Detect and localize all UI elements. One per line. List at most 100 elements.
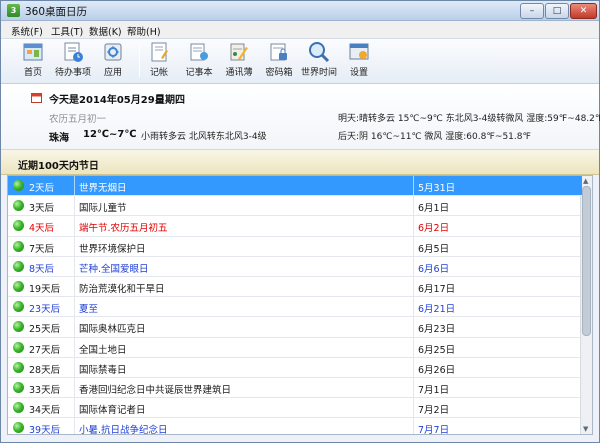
column-divider (74, 176, 75, 196)
holiday-days-until: 33天后 (29, 385, 61, 396)
holiday-row[interactable]: 39天后 小暑.抗日战争纪念日 7月7日 (8, 418, 582, 435)
column-divider (413, 256, 414, 277)
toolbar-password-button[interactable]: 密码箱 (257, 41, 301, 81)
holiday-row[interactable]: 3天后 国际儿童节 6月1日 (8, 196, 582, 217)
toolbar-label: 首页 (23, 68, 42, 78)
scroll-thumb[interactable] (582, 186, 591, 336)
toolbar-todo-button[interactable]: 待办事项 (51, 41, 95, 81)
city-link[interactable]: 珠海 (49, 129, 69, 144)
menu-system[interactable]: 系统(F) (11, 24, 43, 38)
column-divider (413, 236, 414, 257)
holiday-name: 芒种.全国爱眼日 (79, 263, 149, 275)
toolbar-home-button[interactable]: 首页 (11, 41, 55, 81)
holiday-name: 国际体育记者日 (79, 405, 146, 417)
holiday-date: 6月1日 (418, 203, 450, 215)
close-button[interactable]: ✕ (570, 3, 597, 19)
minimize-button[interactable]: – (520, 3, 544, 19)
window-title: 360桌面日历 (25, 6, 88, 18)
toolbar-label: 设置 (349, 68, 368, 78)
holiday-date: 6月6日 (418, 263, 450, 275)
column-divider (74, 297, 75, 318)
maximize-button[interactable]: □ (545, 3, 569, 19)
holiday-days-until: 8天后 (29, 263, 55, 275)
toolbar-settings-button[interactable]: 设置 (337, 41, 381, 81)
column-divider (413, 337, 414, 358)
holiday-row[interactable]: 8天后 芒种.全国爱眼日 6月6日 (8, 256, 582, 277)
holiday-row[interactable]: 25天后 国际奥林匹克日 6月23日 (8, 317, 582, 338)
holiday-date: 7月7日 (418, 425, 450, 435)
toolbar-label: 世界时间 (300, 68, 337, 78)
status-dot-icon (13, 200, 24, 212)
password-icon (270, 43, 287, 61)
toolbar-label: 应用 (103, 68, 122, 78)
holiday-name: 世界环境保护日 (79, 243, 146, 255)
holiday-days-until: 2天后 (29, 183, 55, 194)
holiday-list[interactable]: ▲ ▼ 2天后 世界无烟日 5月31日 3天后 国际儿童节 6月1日 4天后 端午节.农历五月… (7, 175, 593, 435)
column-divider (74, 337, 75, 358)
column-divider (413, 418, 414, 434)
todo-icon (64, 42, 83, 62)
column-divider (74, 236, 75, 257)
after-tomorrow-weather: 后天:阴 16℃~11℃ 微风 湿度:60.8℉~51.8℉ (338, 132, 532, 142)
apps-icon (104, 43, 122, 61)
holiday-days-until: 7天后 (29, 243, 55, 255)
holiday-row[interactable]: 33天后 香港回归纪念日中共诞辰世界建筑日 7月1日 (8, 378, 582, 399)
holiday-date: 6月2日 (418, 223, 450, 235)
status-dot-icon (13, 382, 24, 393)
holiday-row[interactable]: 2天后 世界无烟日 5月31日 (8, 176, 582, 197)
column-divider (413, 216, 414, 237)
world-time-icon (309, 42, 330, 63)
column-divider (74, 398, 75, 419)
toolbar-world-time-button[interactable]: 世界时间 (297, 41, 341, 81)
column-divider (74, 357, 75, 378)
holiday-date: 6月26日 (418, 364, 456, 376)
holiday-date: 7月1日 (418, 385, 450, 396)
holiday-row[interactable]: 34天后 国际体育记者日 7月2日 (8, 398, 582, 419)
column-divider (413, 378, 414, 398)
status-dot-icon (13, 260, 24, 272)
toolbar-label: 记帐 (149, 68, 168, 78)
column-divider (413, 297, 414, 318)
menu-help[interactable]: 帮助(H) (127, 24, 161, 38)
menu-tools[interactable]: 工具(T) (51, 24, 83, 38)
holiday-row[interactable]: 19天后 防治荒漠化和干旱日 6月17日 (8, 277, 582, 298)
holiday-row[interactable]: 4天后 端午节.农历五月初五 6月2日 (8, 216, 582, 237)
toolbar-contacts-button[interactable]: 通讯薄 (217, 41, 261, 81)
calendar-icon (31, 93, 42, 103)
app-window: 3 360桌面日历 – □ ✕ 系统(F) 工具(T) 数据(K) 帮助(H) … (0, 0, 600, 443)
holiday-date: 6月21日 (418, 304, 456, 316)
toolbar-apps-button[interactable]: 应用 (91, 41, 135, 81)
column-divider (413, 398, 414, 419)
scroll-up-icon[interactable]: ▲ (583, 177, 588, 185)
holiday-days-until: 34天后 (29, 405, 61, 417)
holiday-days-until: 3天后 (29, 203, 55, 215)
holiday-date: 6月5日 (418, 243, 450, 255)
holiday-row[interactable]: 28天后 国际禁毒日 6月26日 (8, 357, 582, 378)
status-dot-icon (13, 422, 24, 434)
column-divider (74, 317, 75, 338)
holiday-name: 国际禁毒日 (79, 364, 127, 376)
holiday-row[interactable]: 27天后 全国土地日 6月25日 (8, 337, 582, 358)
toolbar-notepad-button[interactable]: 记事本 (177, 41, 221, 81)
holiday-date: 5月31日 (418, 183, 456, 194)
column-divider (74, 418, 75, 434)
settings-icon (349, 43, 369, 60)
holiday-name: 国际奥林匹克日 (79, 324, 146, 336)
holiday-date: 6月17日 (418, 284, 456, 295)
status-dot-icon (13, 180, 24, 191)
home-icon (23, 43, 43, 61)
column-divider (413, 317, 414, 338)
toolbar-label: 通讯薄 (225, 68, 253, 78)
ledger-icon (151, 42, 168, 62)
title-bar[interactable]: 3 360桌面日历 – □ ✕ (1, 1, 599, 21)
app-logo-icon: 3 (7, 4, 20, 17)
holiday-row[interactable]: 23天后 夏至 6月21日 (8, 297, 582, 318)
menu-data[interactable]: 数据(K) (89, 24, 122, 38)
status-dot-icon (13, 240, 24, 252)
toolbar-label: 待办事项 (54, 68, 91, 78)
toolbar-ledger-button[interactable]: 记帐 (137, 41, 181, 81)
menu-bar: 系统(F) 工具(T) 数据(K) 帮助(H) (1, 21, 599, 39)
holiday-row[interactable]: 7天后 世界环境保护日 6月5日 (8, 236, 582, 257)
lunar-date: 农历五月初一 (49, 114, 107, 125)
scroll-down-icon[interactable]: ▼ (583, 425, 588, 433)
